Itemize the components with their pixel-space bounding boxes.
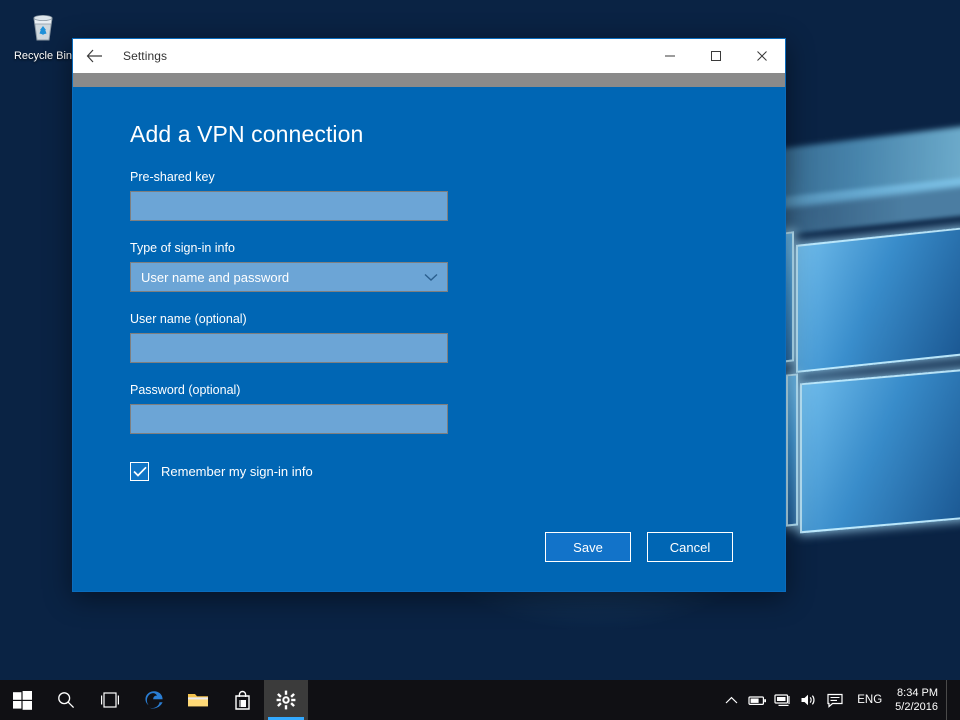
user-name-label: User name (optional)	[130, 312, 247, 326]
wallpaper-pane	[796, 227, 960, 373]
desktop-icon-recycle-bin[interactable]: Recycle Bin	[6, 6, 80, 63]
file-explorer-button[interactable]	[176, 680, 220, 720]
dialog-button-row: Save Cancel	[545, 532, 733, 562]
gear-icon	[276, 690, 296, 710]
battery-status-button[interactable]	[744, 680, 770, 720]
sign-in-info-type-label: Type of sign-in info	[130, 241, 235, 255]
store-button[interactable]	[220, 680, 264, 720]
checkmark-icon	[132, 466, 147, 477]
password-label: Password (optional)	[130, 383, 241, 397]
speaker-icon	[801, 694, 815, 706]
language-indicator[interactable]: ENG	[848, 680, 891, 720]
sign-in-info-type-dropdown[interactable]: User name and password	[130, 262, 448, 292]
wallpaper-pane	[800, 368, 960, 534]
field-group-user-name: User name (optional)	[130, 312, 733, 363]
store-bag-icon	[234, 690, 250, 710]
checkbox-box	[130, 462, 149, 481]
window-controls	[647, 39, 785, 73]
add-vpn-connection-dialog: Add a VPN connection Pre-shared key Type…	[73, 87, 785, 591]
maximize-button[interactable]	[693, 39, 739, 73]
sign-in-info-type-value: User name and password	[141, 269, 290, 285]
system-tray: ENG 8:34 PM 5/2/2016	[718, 680, 960, 720]
user-name-input[interactable]	[130, 333, 448, 363]
close-icon	[757, 51, 767, 61]
windows-logo-icon	[12, 690, 32, 710]
save-button[interactable]: Save	[545, 532, 631, 562]
remember-sign-in-info-checkbox[interactable]: Remember my sign-in info	[130, 462, 733, 481]
task-view-icon	[101, 692, 119, 708]
show-hidden-icons-button[interactable]	[718, 680, 744, 720]
maximize-icon	[711, 51, 721, 61]
minimize-icon	[665, 55, 675, 57]
field-group-sign-in-info: Type of sign-in info User name and passw…	[130, 241, 733, 292]
battery-icon	[748, 695, 766, 705]
clock-time: 8:34 PM	[897, 687, 938, 699]
dialog-title: Add a VPN connection	[130, 121, 364, 147]
taskbar: ENG 8:34 PM 5/2/2016	[0, 680, 960, 720]
pre-shared-key-label: Pre-shared key	[130, 170, 215, 184]
show-desktop-button[interactable]	[946, 680, 952, 720]
chevron-down-icon	[424, 273, 438, 282]
back-arrow-icon	[86, 49, 102, 63]
window-title-bar: Settings	[73, 39, 785, 73]
action-center-button[interactable]	[822, 680, 848, 720]
cancel-button[interactable]: Cancel	[647, 532, 733, 562]
close-button[interactable]	[739, 39, 785, 73]
search-button[interactable]	[44, 680, 88, 720]
network-icon	[774, 694, 790, 706]
network-status-button[interactable]	[770, 680, 796, 720]
settings-window: Settings Add a VPN connection Pre-shared…	[72, 38, 786, 592]
minimize-button[interactable]	[647, 39, 693, 73]
speech-bubble-icon	[827, 693, 843, 708]
back-button[interactable]	[73, 39, 115, 73]
edge-button[interactable]	[132, 680, 176, 720]
start-button[interactable]	[0, 680, 44, 720]
window-title: Settings	[123, 49, 168, 63]
clock[interactable]: 8:34 PM 5/2/2016	[891, 680, 946, 720]
desktop-icon-label: Recycle Bin	[13, 50, 73, 62]
recycle-bin-icon	[6, 10, 80, 47]
clock-date: 5/2/2016	[895, 701, 938, 713]
checkbox-label: Remember my sign-in info	[161, 464, 313, 479]
field-group-password: Password (optional)	[130, 383, 733, 434]
task-view-button[interactable]	[88, 680, 132, 720]
chevron-up-icon	[725, 696, 738, 703]
field-group-pre-shared-key: Pre-shared key	[130, 170, 733, 221]
settings-button[interactable]	[264, 680, 308, 720]
edge-browser-icon	[145, 691, 163, 709]
password-input[interactable]	[130, 404, 448, 434]
search-icon	[58, 692, 75, 709]
folder-icon	[188, 694, 208, 707]
volume-status-button[interactable]	[796, 680, 822, 720]
wallpaper-pane	[786, 373, 798, 527]
pre-shared-key-input[interactable]	[130, 191, 448, 221]
